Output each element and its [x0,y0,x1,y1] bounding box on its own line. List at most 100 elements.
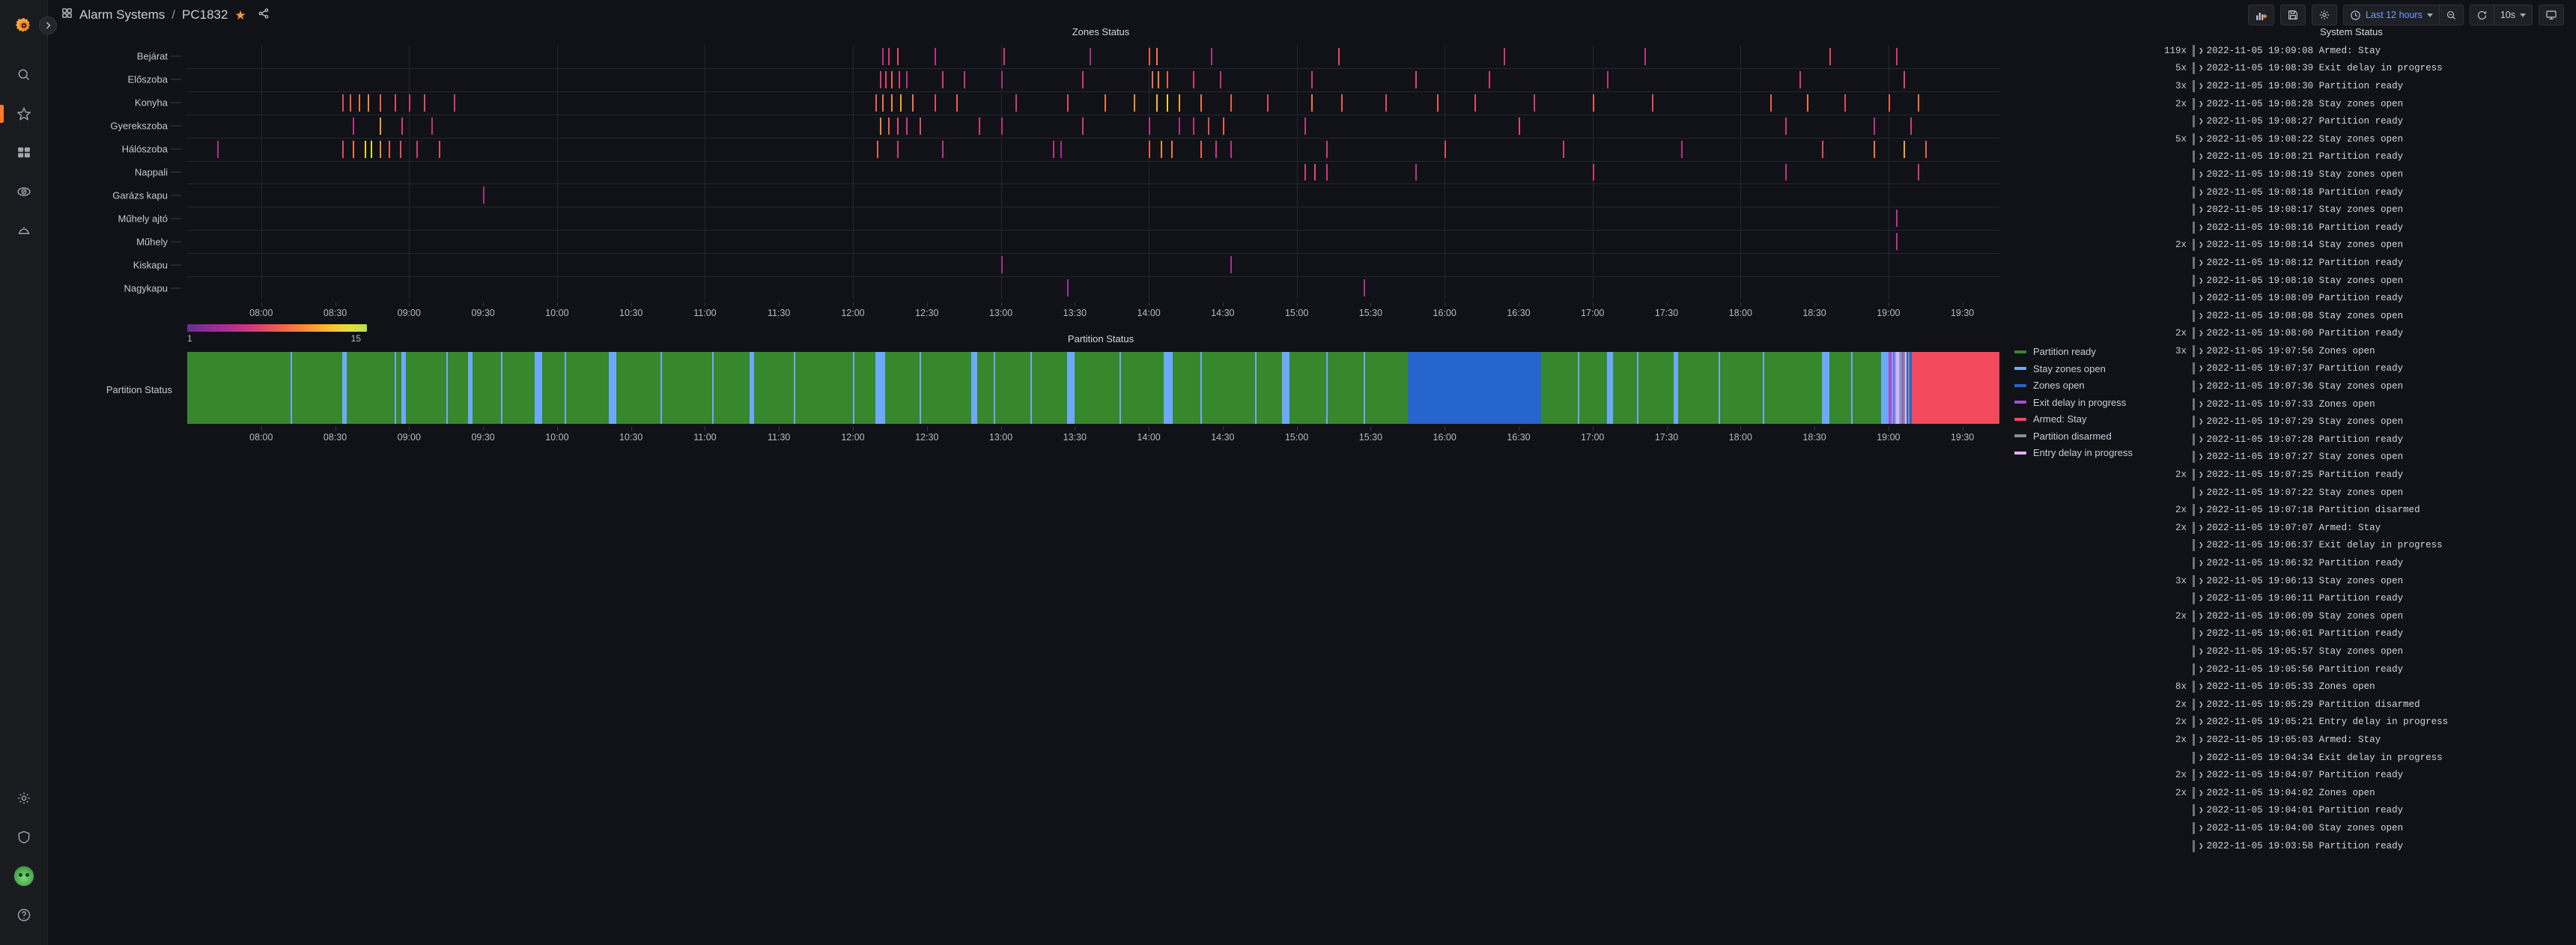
sidebar-item-explore[interactable] [0,172,48,211]
chevron-right-icon[interactable]: ❯ [2199,276,2204,286]
grafana-logo-icon[interactable] [9,12,39,42]
chevron-right-icon[interactable]: ❯ [2199,646,2204,657]
log-row[interactable]: 3x ❯ 2022-11-05 19:06:13 Stay zones open [2157,572,2576,590]
chevron-right-icon[interactable]: ❯ [2199,735,2204,745]
chevron-right-icon[interactable]: ❯ [2199,381,2204,392]
chevron-right-icon[interactable]: ❯ [2199,505,2204,515]
log-row[interactable]: 3x ❯ 2022-11-05 19:08:30 Partition ready [2157,77,2576,95]
log-row[interactable]: ❯ 2022-11-05 19:04:34 Exit delay in progr… [2157,749,2576,767]
chevron-right-icon[interactable]: ❯ [2199,823,2204,833]
log-row[interactable]: ❯ 2022-11-05 19:08:12 Partition ready [2157,254,2576,272]
chevron-right-icon[interactable]: ❯ [2199,258,2204,268]
log-row[interactable]: ❯ 2022-11-05 19:03:58 Partition ready [2157,837,2576,855]
log-row[interactable]: ❯ 2022-11-05 19:06:32 Partition ready [2157,554,2576,572]
log-row[interactable]: 2x ❯ 2022-11-05 19:08:00 Partition ready [2157,325,2576,343]
chevron-right-icon[interactable]: ❯ [2199,116,2204,127]
chevron-right-icon[interactable]: ❯ [2199,222,2204,233]
log-row[interactable]: ❯ 2022-11-05 19:08:16 Partition ready [2157,219,2576,237]
chevron-right-icon[interactable]: ❯ [2199,346,2204,356]
log-row[interactable]: ❯ 2022-11-05 19:07:22 Stay zones open [2157,484,2576,502]
log-row[interactable]: ❯ 2022-11-05 19:07:37 Partition ready [2157,360,2576,378]
chevron-right-icon[interactable]: ❯ [2199,151,2204,162]
chevron-right-icon[interactable]: ❯ [2199,452,2204,462]
share-icon[interactable] [258,7,270,23]
log-row[interactable]: ❯ 2022-11-05 19:04:01 Partition ready [2157,802,2576,820]
sidebar-item-help[interactable] [0,896,48,935]
chevron-right-icon[interactable]: ❯ [2199,63,2204,73]
chevron-right-icon[interactable]: ❯ [2199,134,2204,145]
chevron-right-icon[interactable]: ❯ [2199,293,2204,303]
chevron-right-icon[interactable]: ❯ [2199,399,2204,410]
log-row[interactable]: ❯ 2022-11-05 19:08:27 Partition ready [2157,112,2576,130]
log-row[interactable]: 5x ❯ 2022-11-05 19:08:22 Stay zones open [2157,130,2576,148]
log-row[interactable]: ❯ 2022-11-05 19:05:57 Stay zones open [2157,642,2576,660]
log-row[interactable]: 2x ❯ 2022-11-05 19:06:09 Stay zones open [2157,607,2576,625]
chevron-right-icon[interactable]: ❯ [2199,805,2204,815]
chevron-right-icon[interactable]: ❯ [2199,717,2204,727]
log-row[interactable]: 2x ❯ 2022-11-05 19:07:18 Partition disarme… [2157,501,2576,519]
avatar[interactable] [0,857,48,896]
chevron-right-icon[interactable]: ❯ [2199,699,2204,710]
log-row[interactable]: ❯ 2022-11-05 19:05:56 Partition ready [2157,660,2576,678]
log-row[interactable]: ❯ 2022-11-05 19:06:01 Partition ready [2157,625,2576,643]
chevron-right-icon[interactable]: ❯ [2199,558,2204,568]
chevron-right-icon[interactable]: ❯ [2199,664,2204,675]
log-row[interactable]: ❯ 2022-11-05 19:04:00 Stay zones open [2157,819,2576,837]
log-row[interactable]: 2x ❯ 2022-11-05 19:07:07 Armed: Stay [2157,519,2576,537]
sidebar-item-server-admin[interactable] [0,818,48,857]
log-row[interactable]: ❯ 2022-11-05 19:06:11 Partition ready [2157,589,2576,607]
log-row[interactable]: 119x ❯ 2022-11-05 19:09:08 Armed: Stay [2157,42,2576,60]
log-row[interactable]: ❯ 2022-11-05 19:07:27 Stay zones open [2157,449,2576,467]
log-row[interactable]: 2x ❯ 2022-11-05 19:07:25 Partition ready [2157,466,2576,484]
chevron-right-icon[interactable]: ❯ [2199,204,2204,215]
chevron-right-icon[interactable]: ❯ [2199,593,2204,604]
log-row[interactable]: ❯ 2022-11-05 19:08:09 Partition ready [2157,289,2576,307]
log-row[interactable]: 5x ❯ 2022-11-05 19:08:39 Exit delay in pro… [2157,60,2576,78]
log-row[interactable]: ❯ 2022-11-05 19:07:33 Zones open [2157,395,2576,413]
chevron-right-icon[interactable]: ❯ [2199,328,2204,338]
chevron-right-icon[interactable]: ❯ [2199,753,2204,763]
chevron-right-icon[interactable]: ❯ [2199,434,2204,445]
partition-timeline-plot[interactable] [187,352,1999,424]
log-row[interactable]: 2x ❯ 2022-11-05 19:04:02 Zones open [2157,784,2576,802]
chevron-right-icon[interactable]: ❯ [2199,487,2204,498]
log-row[interactable]: ❯ 2022-11-05 19:07:36 Stay zones open [2157,377,2576,395]
log-row[interactable]: ❯ 2022-11-05 19:08:21 Partition ready [2157,148,2576,166]
sidebar-item-search[interactable] [0,55,48,94]
log-row[interactable]: ❯ 2022-11-05 19:06:37 Exit delay in progr… [2157,537,2576,555]
chevron-right-icon[interactable]: ❯ [2199,611,2204,622]
sidebar-item-starred[interactable] [0,94,48,133]
chevron-right-icon[interactable]: ❯ [2199,788,2204,798]
chevron-right-icon[interactable]: ❯ [2199,240,2204,250]
log-row[interactable]: 2x ❯ 2022-11-05 19:08:28 Stay zones open [2157,95,2576,113]
chevron-right-icon[interactable]: ❯ [2199,311,2204,321]
star-icon[interactable]: ★ [234,9,246,22]
log-row[interactable]: 3x ❯ 2022-11-05 19:07:56 Zones open [2157,342,2576,360]
chevron-right-icon[interactable]: ❯ [2199,169,2204,180]
log-row[interactable]: ❯ 2022-11-05 19:08:19 Stay zones open [2157,165,2576,183]
chevron-right-icon[interactable]: ❯ [2199,770,2204,780]
chevron-right-icon[interactable]: ❯ [2199,363,2204,374]
sidebar-item-alerting[interactable] [0,211,48,250]
chevron-right-icon[interactable]: ❯ [2199,99,2204,109]
sidebar-item-configuration[interactable] [0,779,48,818]
chevron-right-icon[interactable]: ❯ [2199,576,2204,586]
chevron-right-icon[interactable]: ❯ [2199,46,2204,56]
log-row[interactable]: 2x ❯ 2022-11-05 19:08:14 Stay zones open [2157,237,2576,255]
log-row[interactable]: ❯ 2022-11-05 19:08:17 Stay zones open [2157,201,2576,219]
chevron-right-icon[interactable]: ❯ [2199,841,2204,851]
log-row[interactable]: ❯ 2022-11-05 19:08:08 Stay zones open [2157,307,2576,325]
expand-sidebar-button[interactable] [39,16,57,34]
log-row[interactable]: ❯ 2022-11-05 19:08:10 Stay zones open [2157,272,2576,290]
breadcrumb-folder[interactable]: Alarm Systems [79,7,165,22]
log-row[interactable]: 8x ❯ 2022-11-05 19:05:33 Zones open [2157,678,2576,696]
chevron-right-icon[interactable]: ❯ [2199,681,2204,692]
sidebar-item-dashboards[interactable] [0,133,48,172]
log-rows-container[interactable]: 119x ❯ 2022-11-05 19:09:08 Armed: Stay 5x ❯ 2… [2157,42,2576,854]
log-row[interactable]: ❯ 2022-11-05 19:07:28 Partition ready [2157,431,2576,449]
log-row[interactable]: 2x ❯ 2022-11-05 19:05:03 Armed: Stay [2157,731,2576,749]
log-row[interactable]: ❯ 2022-11-05 19:08:18 Partition ready [2157,183,2576,201]
log-row[interactable]: 2x ❯ 2022-11-05 19:05:29 Partition disarme… [2157,696,2576,714]
log-row[interactable]: 2x ❯ 2022-11-05 19:05:21 Entry delay in pr… [2157,714,2576,732]
chevron-right-icon[interactable]: ❯ [2199,187,2204,198]
